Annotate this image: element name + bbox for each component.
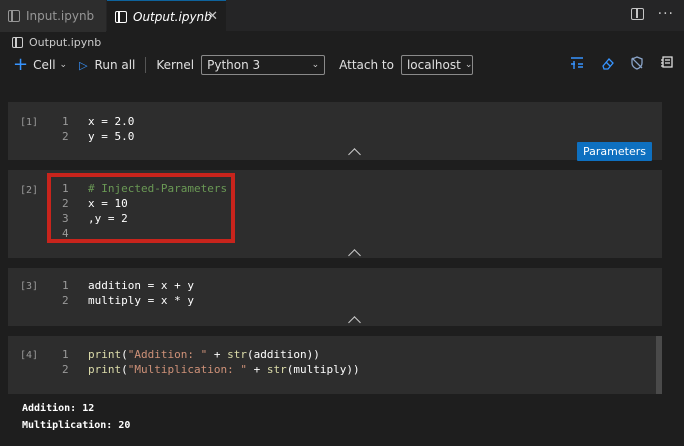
notebook-icon [8, 10, 20, 22]
code-text: multiply = x * y [88, 294, 194, 307]
code-line: 2 multiply = x * y [62, 293, 194, 308]
clear-outputs-icon[interactable] [600, 56, 614, 70]
breadcrumb-file[interactable]: Output.ipynb [29, 36, 101, 49]
toolbar-divider [145, 57, 147, 73]
code-editor[interactable]: 1 addition = x + y 2 multiply = x * y [62, 278, 194, 308]
trusted-icon[interactable] [630, 56, 644, 70]
editor-actions: ··· [630, 7, 674, 21]
kernel-select[interactable]: Python 3 ⌄ [201, 55, 326, 75]
code-line: 2 y = 5.0 [62, 129, 134, 144]
code-cell-3[interactable]: [3] 1 addition = x + y 2 multiply = x * y [8, 268, 662, 326]
line-number: 1 [62, 348, 69, 361]
run-all-button[interactable]: ▷ Run all [67, 58, 135, 72]
line-number: 2 [62, 363, 69, 376]
collapse-cell-icon[interactable] [348, 148, 362, 156]
more-actions-icon[interactable]: ··· [658, 7, 674, 21]
collapse-cell-icon[interactable] [348, 316, 362, 324]
cell-label: Cell [33, 58, 56, 72]
cell-execution-count: [4] [20, 350, 39, 361]
line-number: 1 [62, 115, 69, 128]
code-editor[interactable]: 1 x = 2.0 2 y = 5.0 [62, 114, 134, 144]
line-number: 1 [62, 279, 69, 292]
cell-execution-count: [3] [20, 281, 39, 292]
chevron-down-icon: ⌄ [59, 60, 68, 70]
code-editor[interactable]: 1 print("Addition: " + str(addition)) 2 pr… [62, 347, 360, 377]
kernel-label: Kernel [156, 58, 195, 72]
tab-output[interactable]: Output.ipynb ✕ [107, 0, 226, 32]
code-line: 1 print("Addition: " + str(addition)) [62, 348, 320, 361]
notebook-icon [12, 36, 23, 48]
chevron-down-icon: ⌄ [311, 60, 320, 70]
attach-value: localhost [406, 58, 461, 72]
plus-icon: + [13, 54, 29, 75]
code-line: 1 addition = x + y [62, 278, 194, 293]
cell-output: Addition: 12 Multiplication: 20 [22, 400, 130, 434]
play-icon: ▷ [79, 58, 88, 72]
code-cell-4[interactable]: [4] 1 print("Addition: " + str(addition))… [8, 336, 662, 394]
close-icon[interactable]: ✕ [207, 9, 218, 24]
notebook-toolbar: + Cell ⌄ ▷ Run all Kernel Python 3 ⌄ Att… [0, 52, 684, 78]
code-line: 2 print("Multiplication: " + str(multiply… [62, 363, 360, 376]
chevron-down-icon: ⌄ [464, 60, 473, 70]
code-text: x = 2.0 [88, 115, 135, 128]
highlight-annotation [47, 173, 235, 243]
code-cell-1[interactable]: [1] 1 x = 2.0 2 y = 5.0 Parameters [8, 102, 662, 161]
tab-input-label: Input.ipynb [26, 9, 95, 23]
split-editor-icon[interactable] [630, 8, 644, 20]
tab-output-label: Output.ipynb [133, 9, 212, 24]
collapse-cell-icon[interactable] [348, 249, 362, 257]
kernel-value: Python 3 [207, 58, 261, 72]
attach-select[interactable]: localhost ⌄ [400, 55, 473, 75]
tab-input[interactable]: Input.ipynb [0, 0, 106, 32]
tab-bar: Input.ipynb Output.ipynb ✕ ··· [0, 0, 684, 32]
line-number: 2 [62, 130, 69, 143]
output-line: Addition: 12 [22, 403, 95, 414]
breadcrumb: Output.ipynb [12, 34, 101, 50]
notebook-view-icon[interactable] [660, 56, 674, 70]
toolbar-right-actions [570, 56, 674, 70]
scrollbar-thumb[interactable] [656, 336, 662, 394]
collapse-cells-icon[interactable] [570, 56, 584, 70]
add-cell-button[interactable]: + Cell ⌄ [0, 54, 68, 75]
code-line: 1 x = 2.0 [62, 114, 134, 129]
parameters-tag: Parameters [577, 142, 652, 161]
notebook-icon [115, 10, 127, 23]
cell-execution-count: [1] [20, 117, 39, 128]
code-text: y = 5.0 [88, 130, 135, 143]
attach-label: Attach to [339, 58, 394, 72]
code-cell-2[interactable]: [2] 1 # Injected-Parameters 2x = 10 3 ,y =… [8, 170, 662, 258]
code-text: addition = x + y [88, 279, 194, 292]
output-line: Multiplication: 20 [22, 420, 131, 431]
cell-execution-count: [2] [20, 185, 39, 196]
run-all-label: Run all [94, 58, 136, 72]
line-number: 2 [62, 294, 69, 307]
